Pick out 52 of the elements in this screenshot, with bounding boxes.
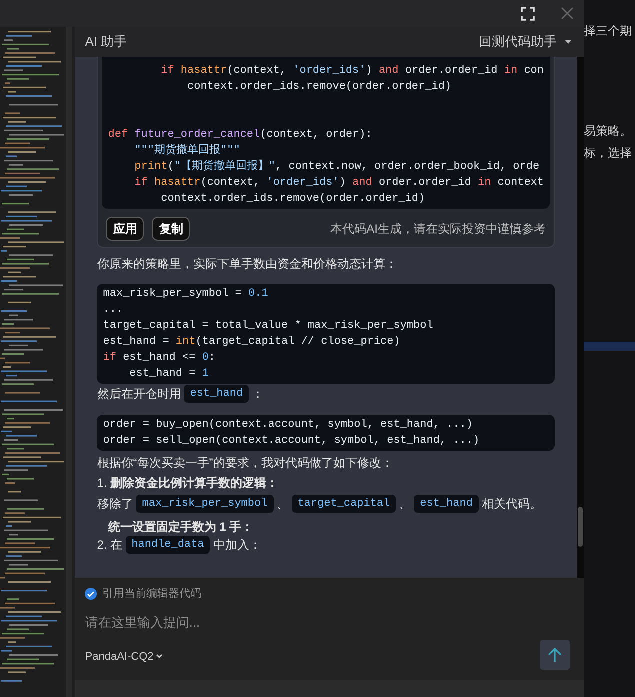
close-icon[interactable] <box>561 7 574 20</box>
code-line: if hasattr(context, 'order_ids') and order.order_id in context <box>134 176 544 191</box>
code-line: if est_hand <= 0: <box>103 351 216 366</box>
scrollbar-thumb[interactable] <box>578 507 583 547</box>
code-line: order = sell_open(context.account, symbol, est_hand, ...) <box>103 434 480 449</box>
model-selector[interactable]: PandaAI-CQ2 <box>85 648 163 665</box>
message-text: 相关代码。 <box>482 496 542 512</box>
message-text: 然后在开仓时用 <box>97 386 182 402</box>
inline-code: handle_data <box>126 536 210 554</box>
inline-code: est_hand <box>414 495 479 513</box>
code-line: context.order_ids.remove(order.order_id) <box>186 80 452 95</box>
fullscreen-icon[interactable] <box>521 6 535 20</box>
code-line: est_hand = 1 <box>128 367 209 382</box>
code-line: target_capital = total_value * max_risk_per_symbol <box>103 319 434 334</box>
inline-code: max_risk_per_symbol <box>136 495 274 513</box>
code-line: max_risk_per_symbol = 0.1 <box>103 287 268 302</box>
mode-dropdown[interactable]: 回测代码助手 <box>479 32 572 52</box>
arrow-up-icon <box>547 647 563 663</box>
checkbox-label: 引用当前编辑器代码 <box>102 587 202 602</box>
step-heading: 统一设置固定手数为 1 手： <box>108 519 255 535</box>
code-line: est_hand = int(target_capital // close_price) <box>103 335 400 350</box>
message-text: 移除了 <box>97 496 134 512</box>
inline-code: target_capital <box>292 495 396 513</box>
quote-checkbox[interactable] <box>85 588 98 600</box>
message-text: 2. 在 <box>97 537 123 553</box>
message-text: 1. 删除资金比例计算手数的逻辑： <box>97 475 280 491</box>
question-input[interactable]: 请在这里输入提问... <box>85 612 506 632</box>
panel-title: AI 助手 <box>85 33 128 52</box>
message-text: 、 <box>276 496 289 512</box>
message-text: ： <box>252 386 264 402</box>
caret-down-icon <box>565 40 572 44</box>
copy-button[interactable]: 复制 <box>152 217 190 241</box>
message-text: 根据你“每次买卖一手”的要求，我对代码做了如下修改： <box>97 455 394 471</box>
code-line: def future_order_cancel(context, order): <box>108 128 372 143</box>
page-text: 标，选择 <box>584 145 633 162</box>
page-text: 择三个期 <box>584 23 633 40</box>
send-button[interactable] <box>540 640 570 670</box>
message-text: 、 <box>399 496 412 512</box>
code-line: if hasattr(context, 'order_ids') and order.order_id in con <box>160 64 544 79</box>
message-text: 你原来的策略里，实际下单手数由资金和价格动态计算： <box>97 256 398 272</box>
row-highlight <box>584 342 635 351</box>
code-line: print("【期货撤单回报】", context.now, order.order_book_id, orde <box>134 159 540 175</box>
message-text: 中加入： <box>213 537 262 553</box>
code-line: """期货撤单回报""" <box>134 143 240 159</box>
apply-button[interactable]: 应用 <box>106 217 144 241</box>
disclaimer-text: 本代码AI生成，请在实际投资中谨慎参考 <box>330 221 546 238</box>
code-line: context.order_ids.remove(order.order_id) <box>160 192 426 207</box>
chevron-down-icon <box>156 654 163 660</box>
code-line: order = buy_open(context.account, symbol, est_hand, ...) <box>103 418 473 433</box>
page-text: 易策略。 <box>584 123 633 140</box>
inline-code: est_hand <box>184 385 250 403</box>
code-line: ... <box>103 303 124 318</box>
